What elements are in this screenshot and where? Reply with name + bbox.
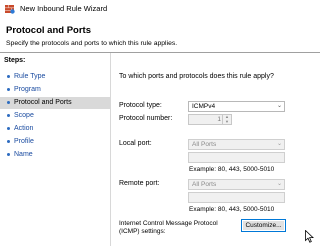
remote-port-value: All Ports [192,181,217,188]
step-label: Rule Type [14,73,46,80]
protocol-type-label: Protocol type: [119,102,162,109]
step-bullet-icon [7,127,10,130]
ports-question: To which ports and protocols does this r… [119,73,274,80]
step-name[interactable]: Name [0,149,110,161]
step-scope[interactable]: Scope [0,110,110,122]
firewall-app-icon [5,5,15,14]
protocol-type-value: ICMPv4 [192,103,216,110]
local-port-example: Example: 80, 443, 5000-5010 [189,166,275,173]
step-label: Profile [14,138,34,145]
title-bar: New Inbound Rule Wizard [0,0,320,18]
protocol-type-select[interactable]: ICMPv4 ⌄ [188,101,285,112]
step-label: Name [14,151,33,158]
remote-port-select[interactable]: All Ports ⌄ [188,179,285,190]
step-label: Action [14,125,34,132]
steps-heading: Steps: [4,57,26,64]
local-port-select[interactable]: All Ports ⌄ [188,139,285,150]
step-bullet-icon [7,140,10,143]
remote-port-example: Example: 80, 443, 5000-5010 [189,206,275,213]
customize-button[interactable]: Customize... [241,219,286,232]
remote-port-input[interactable] [188,192,285,203]
step-rule-type[interactable]: Rule Type [0,71,110,83]
step-action[interactable]: Action [0,123,110,135]
step-bullet-icon [7,114,10,117]
step-bullet-icon [7,75,10,78]
chevron-down-icon: ⌄ [276,141,282,147]
step-label: Program [14,86,41,93]
protocol-number-value: 1 [217,116,221,123]
chevron-down-icon: ⌄ [276,181,282,187]
mouse-cursor-icon [305,230,314,243]
local-port-value: All Ports [192,141,217,148]
step-label: Scope [14,112,34,119]
wizard-header: Protocol and Ports Specify the protocols… [0,17,320,53]
step-profile[interactable]: Profile [0,136,110,148]
icmp-settings-label: Internet Control Message Protocol (ICMP)… [119,220,218,235]
step-program[interactable]: Program [0,84,110,96]
step-label: Protocol and Ports [14,99,72,106]
remote-port-label: Remote port: [119,180,160,187]
local-port-label: Local port: [119,140,152,147]
local-port-input[interactable] [188,152,285,163]
steps-sidebar: Steps: Rule Type Program Protocol and Po… [0,53,111,246]
step-bullet-icon [7,88,10,91]
chevron-down-icon: ⌄ [276,103,282,109]
protocol-number-label: Protocol number: [119,115,173,122]
step-protocol-and-ports[interactable]: Protocol and Ports [0,97,110,109]
main-panel: To which ports and protocols does this r… [111,53,320,246]
page-title: Protocol and Ports [6,25,91,36]
stepper-arrows-icon[interactable]: ▲ ▼ [222,114,231,124]
step-bullet-icon [7,101,10,104]
page-subtitle: Specify the protocols and ports to which… [6,40,178,47]
step-bullet-icon [7,153,10,156]
protocol-number-stepper[interactable]: 1 ▲ ▼ [188,114,232,125]
window-title: New Inbound Rule Wizard [20,4,108,13]
